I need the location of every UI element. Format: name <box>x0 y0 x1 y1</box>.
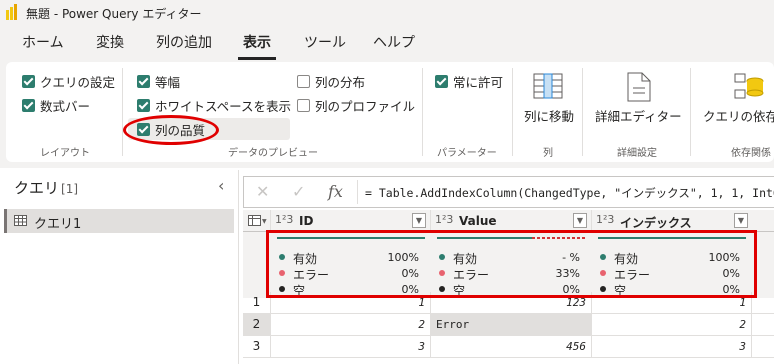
table-cell[interactable]: 456 <box>431 336 592 358</box>
table-menu-icon[interactable] <box>248 215 261 226</box>
error-cell[interactable]: Error <box>431 314 592 336</box>
table-menu[interactable]: ▼ <box>243 210 271 232</box>
number-type-icon[interactable]: 1²3 <box>275 213 293 226</box>
columns-group-label: 列 <box>543 148 553 159</box>
group-separator <box>422 68 423 156</box>
go-to-column-button[interactable]: 列に移動 <box>524 106 574 125</box>
column-name: Value <box>459 214 497 228</box>
selected-indicator <box>4 209 7 233</box>
window-title: 無題 - Power Query エディター <box>26 7 202 21</box>
layout-group-label: レイアウト <box>40 148 90 159</box>
column-profile-label[interactable]: 列のプロファイル <box>315 96 415 115</box>
table-cell[interactable]: 2 <box>592 314 752 336</box>
table-row[interactable]: 3 3 456 3 <box>243 336 774 358</box>
column-distribution-checkbox[interactable] <box>297 75 310 88</box>
always-allow-checkbox[interactable] <box>435 75 448 88</box>
monospaced-checkbox[interactable] <box>137 75 150 88</box>
go-to-column-icon[interactable] <box>533 73 563 99</box>
column-profile-checkbox[interactable] <box>297 99 310 112</box>
filter-dropdown-icon[interactable]: ▼ <box>573 213 587 228</box>
query-dependencies-button[interactable]: クエリの依存 <box>703 106 774 125</box>
column-distribution-label[interactable]: 列の分布 <box>315 72 365 91</box>
number-type-icon[interactable]: 1²3 <box>435 213 453 226</box>
show-whitespace-checkbox[interactable] <box>137 99 150 112</box>
data-preview-group-label: データのプレビュー <box>228 148 318 159</box>
tab-tools[interactable]: ツール <box>304 32 346 52</box>
filter-dropdown-icon[interactable]: ▼ <box>412 213 426 228</box>
column-header-value[interactable]: 1²3 Value ▼ <box>431 210 592 232</box>
power-query-icon <box>6 4 17 20</box>
column-quality-annotation-box <box>266 230 757 298</box>
formula-bar: ✕ ✓ fx = Table.AddIndexColumn(ChangedTyp… <box>243 176 774 208</box>
number-type-icon[interactable]: 1²3 <box>596 213 614 226</box>
group-separator <box>582 68 583 156</box>
collapse-pane-icon[interactable]: ‹ <box>218 176 224 195</box>
pane-divider <box>238 170 239 364</box>
filter-dropdown-icon[interactable]: ▼ <box>734 213 748 228</box>
monospaced-label[interactable]: 等幅 <box>155 72 180 91</box>
row-number: 2 <box>243 314 271 336</box>
column-header-id[interactable]: 1²3 ID ▼ <box>271 210 431 232</box>
table-cell[interactable]: 2 <box>271 314 431 336</box>
title-bar: 無題 - Power Query エディター <box>0 0 774 24</box>
queries-pane-title: クエリ <box>14 179 60 197</box>
advanced-group-label: 詳細設定 <box>617 148 657 159</box>
advanced-editor-icon[interactable] <box>626 72 652 102</box>
table-cell[interactable]: 3 <box>271 336 431 358</box>
queries-count: [1] <box>61 182 79 196</box>
show-whitespace-label[interactable]: ホワイトスペースを表示 <box>155 96 291 115</box>
table-cell[interactable]: 3 <box>592 336 752 358</box>
query-list-item[interactable]: クエリ1 <box>4 209 234 233</box>
dependencies-group-label: 依存関係 <box>731 148 771 159</box>
fx-icon[interactable]: fx <box>328 182 343 201</box>
menu-bar: ホーム 変換 列の追加 表示 ツール ヘルプ <box>0 24 774 60</box>
query-settings-label[interactable]: クエリの設定 <box>40 72 115 91</box>
column-name: ID <box>299 214 314 228</box>
group-separator <box>122 68 123 156</box>
cancel-icon[interactable]: ✕ <box>256 182 269 201</box>
query-name: クエリ1 <box>34 217 82 232</box>
formula-input[interactable]: = Table.AddIndexColumn(ChangedType, "インデ… <box>365 185 774 201</box>
tab-home[interactable]: ホーム <box>22 32 64 52</box>
row-number: 3 <box>243 336 271 358</box>
table-row[interactable]: 2 2 Error 2 <box>243 314 774 336</box>
column-quality-annotation <box>123 115 219 145</box>
advanced-editor-button[interactable]: 詳細エディター <box>595 106 682 125</box>
column-name: インデックス <box>620 216 692 230</box>
formula-bar-label[interactable]: 数式バー <box>40 96 90 115</box>
formula-separator <box>357 180 358 204</box>
queries-pane-header: クエリ [1] <box>14 177 78 198</box>
column-header-index[interactable]: 1²3 インデックス ▼ <box>592 210 774 232</box>
tab-help[interactable]: ヘルプ <box>373 32 415 52</box>
query-settings-checkbox[interactable] <box>22 75 35 88</box>
tab-transform[interactable]: 変換 <box>96 32 124 52</box>
tab-add-column[interactable]: 列の追加 <box>156 32 212 52</box>
commit-icon[interactable]: ✓ <box>292 182 305 201</box>
group-separator <box>512 68 513 156</box>
group-separator <box>690 68 691 156</box>
tab-view[interactable]: 表示 <box>243 32 271 52</box>
parameters-group-label: パラメーター <box>437 148 497 159</box>
table-icon <box>14 215 27 226</box>
chevron-down-icon: ▼ <box>262 218 267 225</box>
formula-bar-checkbox[interactable] <box>22 99 35 112</box>
always-allow-label[interactable]: 常に許可 <box>453 72 503 91</box>
query-dependencies-icon[interactable] <box>733 72 767 102</box>
